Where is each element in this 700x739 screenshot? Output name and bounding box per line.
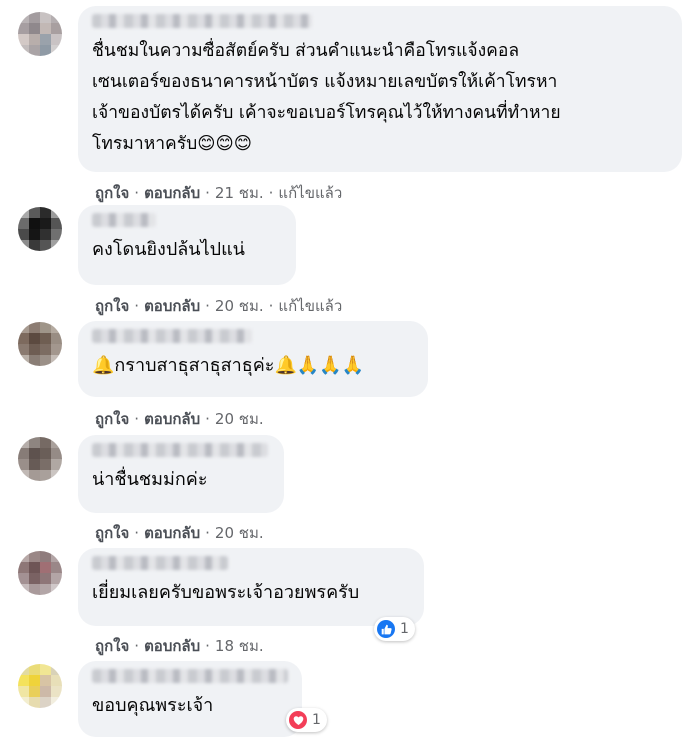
reaction-count-value: 1 — [312, 712, 321, 728]
comment-bubble: ชื่นชมในความซื่อสัตย์ครับ ส่วนคำแนะนำคือ… — [78, 6, 682, 172]
comment-actions: ถูกใจ · ตอบกลับ · 21 ชม. · แก้ไขแล้ว — [95, 184, 343, 202]
avatar[interactable] — [18, 551, 62, 595]
comment-bubble: ขอบคุณพระเจ้า — [78, 661, 302, 737]
reply-link[interactable]: ตอบกลับ — [144, 524, 200, 542]
comment-actions: ถูกใจ · ตอบกลับ · 20 ชม. · แก้ไขแล้ว — [95, 297, 343, 315]
reply-link[interactable]: ตอบกลับ — [144, 410, 200, 428]
avatar[interactable] — [18, 664, 62, 708]
comment-bubble: คงโดนยิงปล้นไปแน่ — [78, 205, 296, 285]
like-icon — [377, 620, 395, 638]
like-link[interactable]: ถูกใจ — [95, 184, 129, 202]
author-name-blurred[interactable] — [92, 213, 156, 227]
comment-bubble: 🔔กราบสาธุสาธุสาธุค่ะ🔔🙏🙏🙏 — [78, 321, 428, 397]
reply-link[interactable]: ตอบกลับ — [144, 297, 200, 315]
comment-bubble: น่าชื่นชมม่กค่ะ — [78, 435, 284, 513]
author-name-blurred[interactable] — [92, 14, 312, 28]
comment-text: คงโดนยิงปล้นไปแน่ — [92, 239, 245, 260]
edited-label[interactable]: แก้ไขแล้ว — [278, 184, 342, 202]
like-link[interactable]: ถูกใจ — [95, 524, 129, 542]
timestamp[interactable]: 21 ชม. — [215, 184, 264, 202]
comment-text: เยี่ยมเลยครับขอพระเจ้าอวยพรครับ — [92, 582, 360, 603]
reaction-count[interactable]: 1 — [286, 708, 327, 732]
timestamp[interactable]: 20 ชม. — [215, 410, 264, 428]
author-name-blurred[interactable] — [92, 556, 228, 570]
comment-actions: ถูกใจ · ตอบกลับ · 20 ชม. — [95, 524, 264, 542]
avatar[interactable] — [18, 207, 62, 251]
comment-actions: ถูกใจ · ตอบกลับ · 18 ชม. — [95, 637, 264, 655]
edited-label[interactable]: แก้ไขแล้ว — [278, 297, 342, 315]
reply-link[interactable]: ตอบกลับ — [144, 637, 200, 655]
timestamp[interactable]: 20 ชม. — [215, 297, 264, 315]
comment-text: ชื่นชมในความซื่อสัตย์ครับ ส่วนคำแนะนำคือ… — [92, 41, 561, 154]
reply-link[interactable]: ตอบกลับ — [144, 184, 200, 202]
avatar[interactable] — [18, 12, 62, 56]
reaction-count[interactable]: 1 — [374, 617, 415, 641]
comment-bubble: เยี่ยมเลยครับขอพระเจ้าอวยพรครับ — [78, 548, 424, 626]
avatar[interactable] — [18, 437, 62, 481]
like-link[interactable]: ถูกใจ — [95, 637, 129, 655]
comment-text: ขอบคุณพระเจ้า — [92, 695, 214, 716]
timestamp[interactable]: 20 ชม. — [215, 524, 264, 542]
avatar[interactable] — [18, 322, 62, 366]
comment-actions: ถูกใจ · ตอบกลับ · 20 ชม. — [95, 410, 264, 428]
like-link[interactable]: ถูกใจ — [95, 410, 129, 428]
author-name-blurred[interactable] — [92, 329, 252, 343]
timestamp[interactable]: 18 ชม. — [215, 637, 264, 655]
author-name-blurred[interactable] — [92, 443, 268, 457]
heart-icon — [289, 711, 307, 729]
comment-text: น่าชื่นชมม่กค่ะ — [92, 469, 208, 490]
author-name-blurred[interactable] — [92, 669, 288, 683]
reaction-count-value: 1 — [400, 621, 409, 637]
comment-text: 🔔กราบสาธุสาธุสาธุค่ะ🔔🙏🙏🙏 — [92, 355, 365, 376]
like-link[interactable]: ถูกใจ — [95, 297, 129, 315]
